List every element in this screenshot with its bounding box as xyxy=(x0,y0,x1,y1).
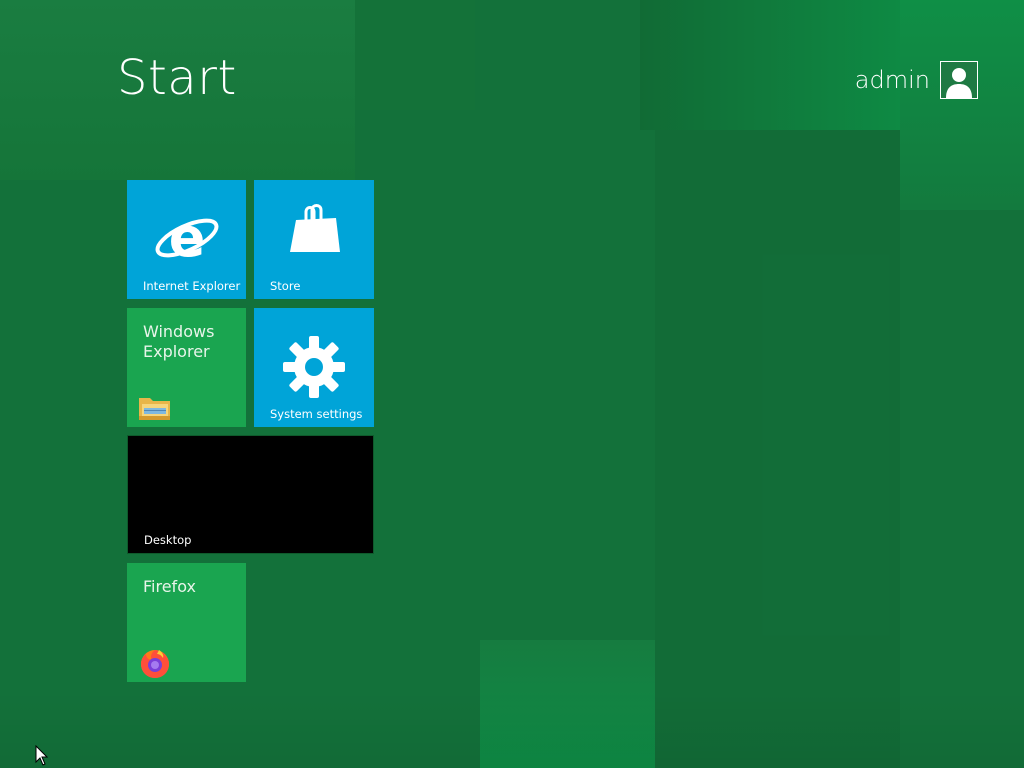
background-panel xyxy=(355,0,475,110)
internet-explorer-icon: e xyxy=(153,206,221,274)
user-name: admin xyxy=(854,66,930,94)
tile-label: Desktop xyxy=(144,533,192,547)
background-panel xyxy=(655,0,900,768)
tile-windows-explorer[interactable]: Windows Explorer xyxy=(127,308,246,427)
tile-label: Internet Explorer xyxy=(143,279,241,293)
tile-system-settings[interactable]: System settings xyxy=(254,308,374,427)
user-account[interactable]: admin xyxy=(855,60,978,100)
user-silhouette-icon xyxy=(940,61,978,99)
background-panel xyxy=(900,0,1024,210)
shopping-bag-icon xyxy=(288,204,342,258)
mouse-pointer-icon xyxy=(35,744,49,768)
tile-label: Store xyxy=(270,279,301,293)
tile-internet-explorer[interactable]: e Internet Explorer xyxy=(127,180,246,299)
background-panel xyxy=(0,690,1024,768)
tile-label: System settings xyxy=(270,407,363,421)
background-panel xyxy=(480,640,655,768)
tile-desktop[interactable]: Desktop xyxy=(127,435,374,554)
tile-title: Firefox xyxy=(143,577,196,596)
tile-title: Windows Explorer xyxy=(143,322,215,361)
firefox-icon xyxy=(139,647,171,682)
svg-text:e: e xyxy=(169,206,206,269)
gear-icon xyxy=(283,336,345,402)
folder-icon xyxy=(138,394,172,426)
tile-store[interactable]: Store xyxy=(254,180,374,299)
tile-firefox[interactable]: Firefox xyxy=(127,563,246,682)
start-title: Start xyxy=(117,50,237,106)
